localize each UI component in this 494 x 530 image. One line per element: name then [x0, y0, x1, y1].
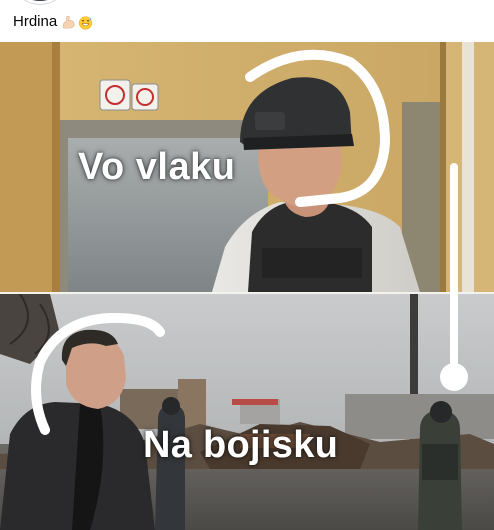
flexed-biceps-emoji-icon: [62, 15, 75, 28]
avatar[interactable]: [20, 0, 60, 4]
meme-image[interactable]: Vo vlaku Na bojisku: [0, 42, 494, 530]
caption-text: Hrdina: [13, 13, 58, 30]
train-photo: [0, 42, 494, 292]
grinning-sweat-emoji-icon: [79, 15, 93, 30]
battlefield-scene: [0, 294, 494, 530]
post-header: Hrdina: [0, 0, 494, 42]
top-caption-overlay: Vo vlaku: [78, 146, 236, 188]
bottom-caption-overlay: Na bojisku: [143, 424, 339, 466]
train-scene: [0, 42, 494, 292]
post-caption: Hrdina: [13, 12, 93, 32]
battlefield-photo: [0, 294, 494, 530]
